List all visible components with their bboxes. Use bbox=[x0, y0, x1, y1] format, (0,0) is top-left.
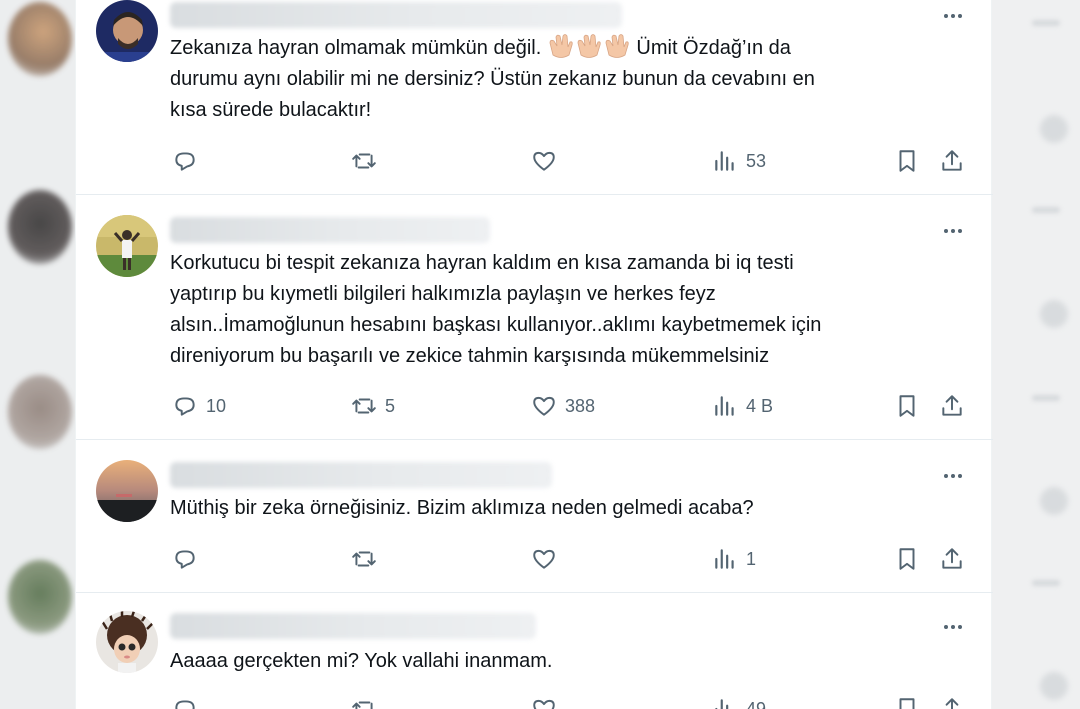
tweet[interactable]: Aaaaa gerçekten mi? Yok vallahi inanmam.… bbox=[76, 593, 993, 709]
views-button[interactable]: 1 bbox=[712, 544, 756, 574]
analytics-icon bbox=[715, 396, 734, 416]
retweet-count: 5 bbox=[385, 395, 396, 416]
like-button[interactable] bbox=[531, 544, 565, 574]
tweet-text: Müthiş bir zeka örneğisiniz. Bizim aklım… bbox=[170, 497, 754, 519]
tweet-actions: 49 bbox=[76, 694, 993, 709]
author-header-blurred bbox=[170, 613, 536, 639]
view-count: 1 bbox=[746, 548, 757, 569]
tweet-text: Korkutucu bi tespit zekanıza hayran kald… bbox=[170, 252, 822, 367]
tweet[interactable]: Zekanıza hayran olmamak mümkün değil. Üm… bbox=[76, 0, 993, 195]
view-count: 4 B bbox=[746, 395, 774, 416]
reply-icon bbox=[175, 550, 195, 569]
retweet-button[interactable] bbox=[351, 544, 385, 574]
like-count: 388 bbox=[565, 395, 596, 416]
views-button[interactable]: 49 bbox=[712, 694, 766, 709]
reply-button[interactable] bbox=[172, 146, 206, 176]
reply-icon bbox=[175, 397, 195, 416]
retweet-icon bbox=[352, 701, 373, 709]
share-icon bbox=[942, 548, 962, 569]
reply-icon bbox=[175, 700, 195, 709]
bookmark-icon bbox=[899, 698, 915, 709]
tweet-actions: 1 bbox=[76, 544, 993, 574]
author-header-blurred bbox=[170, 2, 622, 28]
views-button[interactable]: 4 B bbox=[712, 391, 773, 421]
share-button[interactable] bbox=[939, 391, 965, 421]
retweet-icon bbox=[352, 551, 376, 567]
tweet-actions: 10 5 388 4 B bbox=[76, 391, 993, 421]
reply-feed: Zekanıza hayran olmamak mümkün değil. Üm… bbox=[75, 0, 993, 709]
share-button[interactable] bbox=[939, 146, 965, 176]
clapping-hands-emoji-icon bbox=[547, 34, 631, 59]
bookmark-icon bbox=[899, 548, 915, 570]
view-count: 49 bbox=[746, 698, 767, 709]
blurred-icon bbox=[1040, 487, 1068, 515]
author-header-blurred bbox=[170, 462, 552, 488]
bookmark-button[interactable] bbox=[894, 146, 920, 176]
analytics-icon bbox=[715, 151, 734, 171]
avatar[interactable] bbox=[96, 215, 158, 277]
avatar[interactable] bbox=[96, 460, 158, 522]
blurred-avatar bbox=[8, 375, 72, 449]
tweet-text-part: Zekanıza hayran olmamak mümkün değil. bbox=[170, 37, 547, 59]
heart-icon bbox=[533, 151, 555, 171]
tweet-actions: 53 bbox=[76, 146, 993, 176]
like-button[interactable] bbox=[531, 694, 565, 709]
bookmark-icon bbox=[899, 150, 915, 172]
bookmark-icon bbox=[899, 395, 915, 417]
retweet-button[interactable] bbox=[351, 146, 385, 176]
more-options-icon[interactable] bbox=[938, 6, 968, 26]
bookmark-button[interactable] bbox=[894, 694, 920, 709]
like-button[interactable] bbox=[531, 146, 565, 176]
author-header-blurred bbox=[170, 217, 490, 243]
avatar[interactable] bbox=[96, 0, 158, 62]
bookmark-button[interactable] bbox=[894, 391, 920, 421]
blurred-icon bbox=[1040, 300, 1068, 328]
bookmark-button[interactable] bbox=[894, 544, 920, 574]
reply-button[interactable] bbox=[172, 694, 206, 709]
blurred-avatar bbox=[8, 190, 72, 264]
reply-icon bbox=[175, 152, 195, 171]
tweet[interactable]: Müthiş bir zeka örneğisiniz. Bizim aklım… bbox=[76, 440, 993, 593]
tweet-text: Zekanıza hayran olmamak mümkün değil. Üm… bbox=[170, 33, 970, 126]
share-icon bbox=[942, 150, 962, 171]
avatar[interactable] bbox=[96, 611, 158, 673]
blurred-line bbox=[1032, 207, 1060, 213]
more-options-icon[interactable] bbox=[938, 617, 968, 637]
heart-icon bbox=[533, 549, 555, 569]
blurred-icon bbox=[1040, 115, 1068, 143]
share-icon bbox=[945, 698, 959, 709]
analytics-icon bbox=[715, 549, 734, 569]
blurred-avatar bbox=[8, 560, 72, 634]
retweet-icon bbox=[352, 153, 376, 169]
views-button[interactable]: 53 bbox=[712, 146, 766, 176]
view-count: 53 bbox=[746, 150, 767, 171]
share-button[interactable] bbox=[939, 544, 965, 574]
reply-count: 10 bbox=[206, 395, 227, 416]
tweet[interactable]: Korkutucu bi tespit zekanıza hayran kald… bbox=[76, 195, 993, 440]
reply-button[interactable] bbox=[172, 544, 206, 574]
retweet-button[interactable] bbox=[351, 694, 385, 709]
reply-button[interactable]: 10 bbox=[172, 391, 226, 421]
share-icon bbox=[942, 395, 962, 416]
blurred-line bbox=[1032, 395, 1060, 401]
tweet-text: Aaaaa gerçekten mi? Yok vallahi inanmam. bbox=[170, 650, 553, 672]
like-button[interactable]: 388 bbox=[531, 391, 595, 421]
blurred-right-column bbox=[992, 0, 1080, 709]
heart-icon bbox=[533, 396, 555, 416]
blurred-line bbox=[1032, 20, 1060, 26]
more-options-icon[interactable] bbox=[938, 221, 968, 241]
blurred-line bbox=[1032, 580, 1060, 586]
retweet-icon bbox=[352, 398, 376, 414]
blurred-left-column bbox=[0, 0, 75, 709]
more-options-icon[interactable] bbox=[938, 466, 968, 486]
blurred-icon bbox=[1040, 672, 1068, 700]
retweet-button[interactable]: 5 bbox=[351, 391, 395, 421]
share-button[interactable] bbox=[939, 694, 965, 709]
analytics-icon bbox=[715, 699, 729, 709]
blurred-avatar bbox=[8, 2, 72, 76]
heart-icon bbox=[533, 699, 555, 709]
